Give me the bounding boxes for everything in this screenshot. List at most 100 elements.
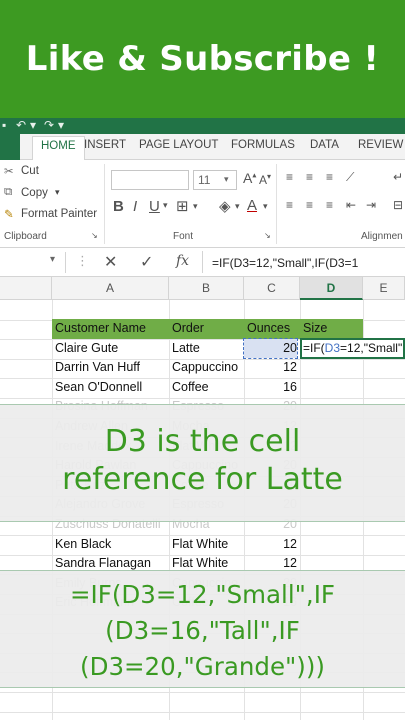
customer-name-cell[interactable]: Ken Black [55, 535, 167, 554]
tab-formulas[interactable]: FORMULAS [231, 139, 295, 151]
table-header-cell[interactable]: Size [303, 319, 405, 338]
customer-name-cell[interactable]: Sean O'Donnell [55, 378, 167, 397]
format-painter-button[interactable]: Format Painter [21, 208, 97, 220]
name-box[interactable]: ▾ [0, 252, 66, 273]
order-cell[interactable]: Latte [172, 339, 242, 358]
insert-function-button[interactable]: fx [176, 253, 189, 269]
align-bottom-icon[interactable]: ≡ [326, 170, 333, 184]
column-header-e[interactable]: E [363, 277, 405, 300]
merge-center-icon[interactable]: ⊟ [393, 198, 403, 212]
font-size-box[interactable]: 11 ▾ [193, 170, 237, 190]
caption-line: (D3=16,"Tall",IF [105, 616, 300, 645]
save-icon[interactable]: ▪ [2, 118, 6, 132]
align-top-icon[interactable]: ≡ [286, 170, 293, 184]
group-label-clipboard: Clipboard [4, 231, 47, 242]
group-divider [104, 164, 105, 244]
font-size-dropdown-icon: ▾ [224, 174, 229, 184]
undo-icon[interactable]: ↶ [16, 118, 26, 132]
bold-button[interactable]: B [113, 198, 124, 215]
shrink-font-icon[interactable]: A▾ [259, 172, 271, 187]
group-label-font: Font [173, 231, 194, 242]
align-left-icon[interactable]: ≡ [286, 198, 293, 212]
formula-bar-grip-icon: ⋮ [76, 253, 89, 268]
caption-cell-reference: D3 is the cell reference for Latte [0, 404, 405, 522]
subscribe-banner: Like & Subscribe ! [0, 0, 405, 118]
orientation-icon[interactable]: ⟋ [346, 170, 354, 185]
ounces-cell[interactable]: 16 [244, 378, 297, 397]
align-right-icon[interactable]: ≡ [326, 198, 333, 212]
font-color-dropdown-icon[interactable]: ▾ [263, 201, 268, 212]
wrap-text-icon[interactable]: ↵ [393, 170, 403, 184]
grid-row-line [0, 692, 405, 693]
font-name-box[interactable] [111, 170, 189, 190]
order-cell[interactable]: Cappuccino [172, 358, 242, 377]
tab-file[interactable] [0, 134, 20, 160]
referenced-cell-d3[interactable]: 20 [243, 337, 298, 359]
table-header-cell[interactable]: Customer Name [55, 319, 165, 338]
group-divider [276, 164, 277, 244]
order-cell[interactable]: Coffee [172, 378, 242, 397]
column-header-d[interactable]: D [300, 277, 363, 300]
active-cell-e3[interactable]: =IF(D3=12,"Small" [300, 337, 405, 359]
formula-input[interactable]: =IF(D3=12,"Small",IF(D3=1 [212, 256, 358, 270]
tab-insert[interactable]: INSERT [84, 139, 126, 151]
ounces-cell[interactable]: 12 [244, 535, 297, 554]
underline-button[interactable]: U [149, 198, 160, 215]
decrease-indent-icon[interactable]: ⇤ [346, 198, 356, 212]
caption-line: D3 is the cell [104, 424, 301, 459]
formula-part: =IF( [303, 340, 325, 355]
enter-entry-icon[interactable]: ✓ [140, 252, 153, 272]
formula-bar: ▾ ⋮ ✕ ✓ fx =IF(D3=12,"Small",IF(D3=1 [0, 248, 405, 277]
column-header-a[interactable]: A [52, 277, 169, 300]
undo-dropdown-icon[interactable]: ▾ [30, 118, 36, 132]
increase-indent-icon[interactable]: ⇥ [366, 198, 376, 212]
cancel-entry-icon[interactable]: ✕ [104, 252, 117, 272]
format-painter-icon[interactable]: ✎ [4, 207, 14, 221]
group-label-alignment: Alignmen [361, 231, 403, 242]
customer-name-cell[interactable]: Darrin Van Huff [55, 358, 167, 377]
formula-reference: D3 [324, 340, 341, 355]
borders-dropdown-icon[interactable]: ▾ [193, 201, 198, 212]
copy-icon[interactable]: ⧉ [4, 186, 12, 199]
underline-dropdown-icon[interactable]: ▾ [163, 200, 168, 211]
banner-text: Like & Subscribe ! [25, 39, 380, 79]
tab-page-layout[interactable]: PAGE LAYOUT [139, 139, 218, 151]
fill-color-icon[interactable]: ◈ [219, 197, 231, 215]
caption-formula: =IF(D3=12,"Small",IF (D3=16,"Tall",IF (D… [0, 570, 405, 688]
quick-access-toolbar: ▪ ↶ ▾ ↷ ▾ [0, 118, 405, 134]
redo-icon[interactable]: ↷ [44, 118, 54, 132]
grid-row-line [0, 711, 405, 713]
formula-part: =12,"Small" [340, 340, 403, 355]
caption-line: =IF(D3=12,"Small",IF [69, 580, 336, 609]
copy-button[interactable]: Copy [21, 187, 48, 199]
cut-icon[interactable]: ✂ [4, 164, 14, 178]
ribbon-home: ✂ Cut ⧉ Copy ▾ ✎ Format Painter Clipboar… [0, 160, 405, 248]
copy-dropdown-icon[interactable]: ▾ [55, 187, 60, 198]
customer-name-cell[interactable]: Claire Gute [55, 339, 167, 358]
ounces-cell[interactable]: 12 [244, 358, 297, 377]
font-size-value: 11 [198, 173, 211, 187]
font-launcher-icon[interactable]: ↘ [264, 231, 271, 240]
cut-button[interactable]: Cut [21, 165, 39, 177]
borders-icon[interactable]: ⊞ [176, 197, 189, 215]
tab-review[interactable]: REVIEW [358, 139, 403, 151]
grow-font-icon[interactable]: A▴ [243, 170, 256, 186]
formula-divider [202, 251, 203, 273]
font-color-icon[interactable]: A [247, 197, 257, 214]
ribbon-tabs: HOME INSERT PAGE LAYOUT FORMULAS DATA RE… [0, 134, 405, 161]
column-header-b[interactable]: B [169, 277, 244, 300]
order-cell[interactable]: Flat White [172, 535, 242, 554]
tab-data[interactable]: DATA [310, 139, 339, 151]
align-center-icon[interactable]: ≡ [306, 198, 313, 212]
select-all-corner[interactable] [0, 277, 52, 300]
fill-color-dropdown-icon[interactable]: ▾ [235, 201, 240, 212]
tab-home[interactable]: HOME [32, 136, 85, 161]
name-box-dropdown-icon: ▾ [50, 254, 56, 265]
italic-button[interactable]: I [133, 198, 137, 215]
column-header-c[interactable]: C [244, 277, 300, 300]
redo-dropdown-icon[interactable]: ▾ [58, 118, 64, 132]
align-middle-icon[interactable]: ≡ [306, 170, 313, 184]
caption-line: (D3=20,"Grande"))) [80, 652, 325, 681]
caption-line: reference for Latte [62, 462, 343, 497]
clipboard-launcher-icon[interactable]: ↘ [91, 231, 98, 240]
